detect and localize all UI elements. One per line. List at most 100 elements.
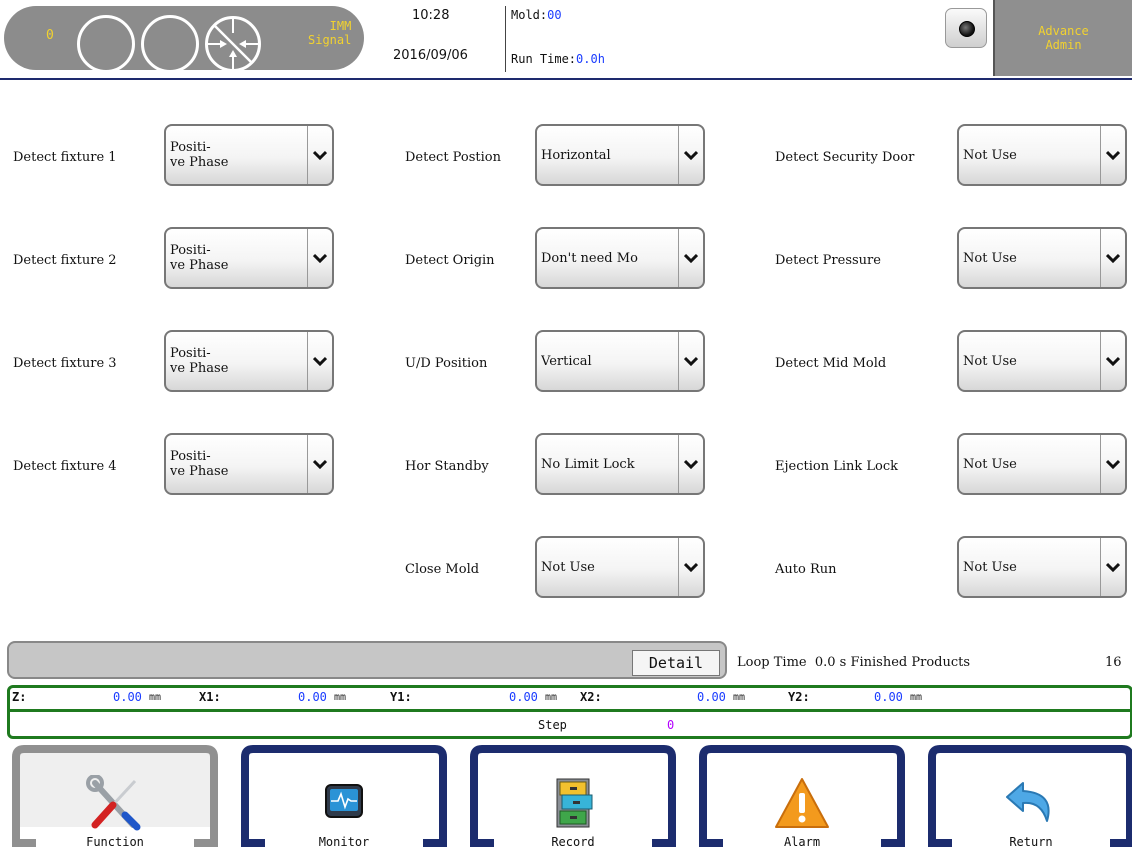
detect-security-door-select[interactable]: Not Use [957,124,1127,186]
nav-label: Function [86,835,144,849]
detect-position-select[interactable]: Horizontal [535,124,705,186]
step-label: Step [538,718,567,732]
imm-label-line2: Signal [308,33,352,47]
select-value: No Limit Lock [541,456,635,472]
select-value: Positi- ve Phase [170,243,229,273]
message-bar [7,641,727,679]
axis-z-label: Z: [12,690,27,704]
axis-y1-unit: mm [545,692,558,703]
select-value: Not Use [963,353,1017,369]
detect-mid-mold-select[interactable]: Not Use [957,330,1127,392]
status-header: 0 IMM Signal 10:28 2016/09/06 Mold:00 Ru… [0,0,1132,80]
axis-position-panel [7,685,1132,739]
detect-fixture-1-select[interactable]: Positi- ve Phase [164,124,334,186]
nav-return-button[interactable]: Return [922,745,1132,853]
axis-x2-value: 0.00 [697,690,726,704]
chevron-down-icon [678,126,703,184]
ejection-link-lock-label: Ejection Link Lock [775,459,898,474]
hor-standby-label: Hor Standby [405,459,489,474]
step-value: 0 [667,718,675,732]
axis-z-unit: mm [149,692,162,703]
loop-time-readout: Loop Time 0.0 s Finished Products [737,655,971,670]
nav-function-button[interactable]: Function [6,745,224,853]
select-value: Horizontal [541,147,611,163]
axis-y2-value: 0.00 [874,690,903,704]
clock-time: 10:28 [412,8,450,23]
detect-origin-label: Detect Origin [405,253,495,268]
axis-y1-label: Y1: [390,690,412,704]
select-value: Positi- ve Phase [170,449,229,479]
chevron-down-icon [307,435,332,493]
detect-position-label: Detect Postion [405,150,501,165]
detect-fixture-4-select[interactable]: Positi- ve Phase [164,433,334,495]
tools-icon [86,775,141,831]
chevron-down-icon [307,332,332,390]
counter-value: 0 [46,28,54,43]
nav-monitor-button[interactable]: Monitor [235,745,453,853]
runtime-readout: Run Time:0.0h [511,52,605,66]
select-value: Not Use [541,559,595,575]
screenshot-button[interactable] [945,8,987,48]
chevron-down-icon [678,332,703,390]
detect-origin-select[interactable]: Don't need Mo [535,227,705,289]
select-value: Don't need Mo [541,250,638,266]
axis-x2-label: X2: [580,690,602,704]
select-value: Vertical [541,353,592,369]
hor-standby-select[interactable]: No Limit Lock [535,433,705,495]
auto-run-select[interactable]: Not Use [957,536,1127,598]
user-level: Advance [1038,24,1089,38]
select-value: Not Use [963,147,1017,163]
mold-value: 00 [547,8,562,22]
detect-security-door-label: Detect Security Door [775,150,915,165]
chevron-down-icon [678,229,703,287]
close-mold-select[interactable]: Not Use [535,536,705,598]
ud-position-select[interactable]: Vertical [535,330,705,392]
imm-signal-label: IMM Signal [308,19,351,47]
detect-fixture-3-select[interactable]: Positi- ve Phase [164,330,334,392]
imm-label-line1: IMM [329,19,352,33]
detect-fixture-3-label: Detect fixture 3 [13,356,117,371]
nav-label: Alarm [783,835,821,849]
detect-fixture-2-label: Detect fixture 2 [13,253,117,268]
nav-alarm-button[interactable]: Alarm [693,745,911,853]
mold-clamp-signal-icon [205,16,261,72]
axis-z-value: 0.00 [113,690,142,704]
user-level-button[interactable]: Advance Admin [993,0,1132,76]
header-divider [505,6,506,72]
chevron-down-icon [1100,435,1125,493]
nav-label: Record [551,835,595,849]
detect-fixture-2-select[interactable]: Positi- ve Phase [164,227,334,289]
axis-x1-unit: mm [334,692,347,703]
nav-label: Return [1009,835,1053,849]
chevron-down-icon [678,435,703,493]
chevron-down-icon [1100,126,1125,184]
axis-x2-unit: mm [733,692,746,703]
axis-y1-value: 0.00 [509,690,538,704]
signal-circle-icon [77,15,135,73]
user-role: Admin [1045,38,1082,52]
close-mold-label: Close Mold [405,562,480,577]
select-value: Positi- ve Phase [170,346,229,376]
finished-products-count: 16 [1105,655,1122,670]
auto-run-label: Auto Run [775,562,837,577]
signal-circle-icon [141,15,199,73]
chevron-down-icon [1100,538,1125,596]
detail-button[interactable]: Detail [632,650,720,676]
chevron-down-icon [1100,229,1125,287]
detect-fixture-1-label: Detect fixture 1 [13,150,117,165]
chevron-down-icon [1100,332,1125,390]
clock-date: 2016/09/06 [393,48,468,63]
runtime-value: 0.0h [576,52,605,66]
detect-fixture-4-label: Detect fixture 4 [13,459,117,474]
detect-mid-mold-label: Detect Mid Mold [775,356,887,371]
detect-pressure-select[interactable]: Not Use [957,227,1127,289]
select-value: Positi- ve Phase [170,140,229,170]
select-value: Not Use [963,456,1017,472]
ejection-link-lock-select[interactable]: Not Use [957,433,1127,495]
chevron-down-icon [678,538,703,596]
nav-record-button[interactable]: Record [464,745,682,853]
signal-panel: 0 IMM Signal [4,6,364,73]
camera-icon [959,21,975,37]
nav-label: Monitor [318,835,370,849]
detect-pressure-label: Detect Pressure [775,253,881,268]
